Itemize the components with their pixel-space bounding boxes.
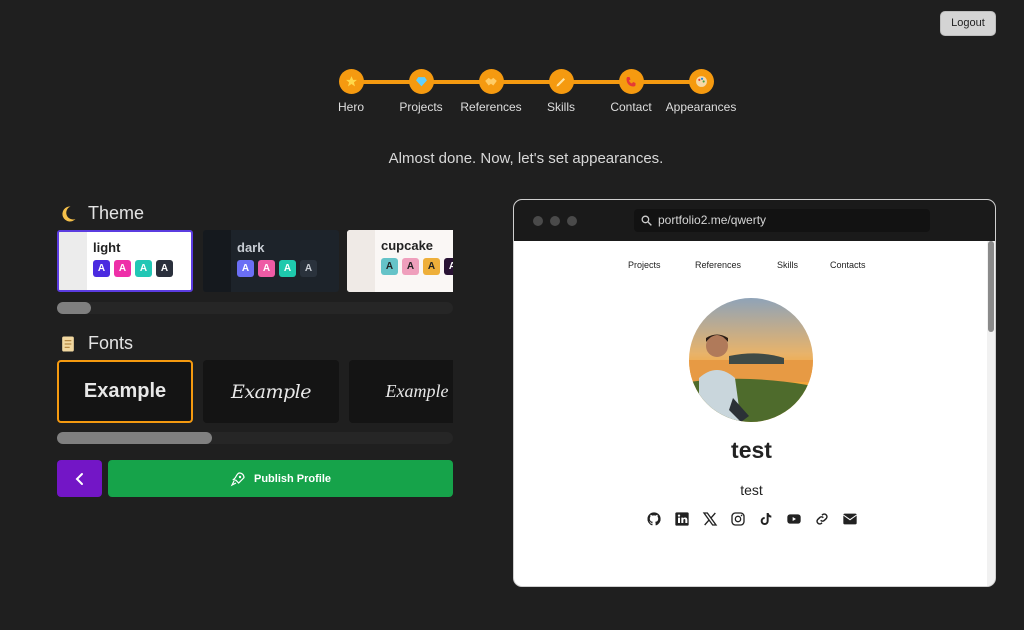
link-icon[interactable] — [814, 511, 830, 527]
preview-nav-references[interactable]: References — [695, 260, 741, 270]
publish-profile-button[interactable]: Publish Profile — [108, 460, 453, 497]
step-appearances[interactable]: Appearances — [656, 69, 746, 114]
github-icon[interactable] — [646, 511, 662, 527]
theme-name: light — [93, 240, 121, 255]
star-icon — [338, 69, 364, 94]
swatch-accent: A — [135, 260, 152, 277]
email-icon[interactable] — [842, 511, 858, 527]
swatch-secondary: A — [402, 258, 419, 275]
youtube-icon[interactable] — [786, 511, 802, 527]
chevron-left-icon — [75, 472, 83, 485]
address-bar: portfolio2.me/qwerty — [634, 209, 930, 232]
logout-button[interactable]: Logout — [940, 11, 996, 36]
avatar — [689, 298, 813, 422]
swatch-secondary: A — [258, 260, 275, 277]
fonts-title: Fonts — [88, 333, 134, 353]
search-icon — [641, 215, 652, 226]
font-sample: Example — [231, 380, 311, 403]
tiktok-icon[interactable] — [758, 511, 774, 527]
rocket-icon — [230, 471, 245, 486]
fonts-scrollbar[interactable] — [57, 432, 453, 444]
theme-card-side — [203, 230, 231, 292]
swatch-secondary: A — [114, 260, 131, 277]
preview-scrollbar-thumb[interactable] — [988, 241, 994, 332]
font-card-sans[interactable]: Example — [57, 360, 193, 423]
progress-stepper: Hero Projects References Skills Contact … — [0, 69, 1024, 119]
theme-card-side — [59, 232, 87, 290]
theme-name: dark — [237, 240, 265, 255]
social-links — [644, 511, 864, 529]
window-dot — [567, 216, 577, 226]
font-card-script[interactable]: Example — [349, 360, 453, 423]
gem-icon — [408, 69, 434, 94]
x-icon[interactable] — [702, 511, 718, 527]
theme-card-light[interactable]: light A A A A — [57, 230, 193, 292]
fonts-heading: Fonts — [58, 333, 133, 354]
palette-icon — [688, 69, 714, 94]
headline: Almost done. Now, let's set appearances. — [388, 150, 664, 167]
swatch-accent: A — [423, 258, 440, 275]
window-dot — [550, 216, 560, 226]
font-selector: Example Example Example — [57, 360, 453, 423]
font-sample: Example — [83, 380, 167, 402]
phone-icon — [618, 69, 644, 94]
window-dot — [533, 216, 543, 226]
preview-name: test — [731, 437, 772, 463]
theme-swatches: A A A A — [381, 258, 453, 275]
swatch-primary: A — [93, 260, 110, 277]
swatch-primary: A — [381, 258, 398, 275]
fonts-scrollbar-thumb[interactable] — [57, 432, 212, 444]
theme-name: cupcake — [381, 238, 434, 253]
font-sample: Example — [385, 381, 449, 401]
swatch-neutral: A — [300, 260, 317, 277]
back-button[interactable] — [57, 460, 102, 497]
preview-nav-skills[interactable]: Skills — [777, 260, 798, 270]
theme-scrollbar[interactable] — [57, 302, 453, 314]
font-card-handwriting[interactable]: Example — [203, 360, 339, 423]
moon-icon — [58, 204, 78, 224]
preview-subtitle: test — [740, 482, 763, 498]
swatch-primary: A — [237, 260, 254, 277]
publish-label: Publish Profile — [253, 472, 331, 485]
handshake-icon — [478, 69, 504, 94]
scroll-icon — [58, 334, 78, 354]
theme-heading: Theme — [58, 203, 144, 224]
preview-nav-projects[interactable]: Projects — [628, 260, 661, 270]
browser-topbar: portfolio2.me/qwerty — [514, 200, 995, 241]
swatch-neutral: A — [156, 260, 173, 277]
preview-url: portfolio2.me/qwerty — [658, 213, 767, 227]
theme-swatches: A A A A — [93, 260, 173, 277]
swatch-accent: A — [279, 260, 296, 277]
theme-card-side — [347, 230, 375, 292]
profile-preview: portfolio2.me/qwerty Projects References… — [513, 199, 996, 587]
theme-selector: light A A A A dark A A A A cupcake A A A… — [57, 230, 453, 292]
linkedin-icon[interactable] — [674, 511, 690, 527]
theme-scrollbar-thumb[interactable] — [57, 302, 91, 314]
preview-nav-contacts[interactable]: Contacts — [830, 260, 866, 270]
theme-card-cupcake[interactable]: cupcake A A A A — [347, 230, 453, 292]
instagram-icon[interactable] — [730, 511, 746, 527]
step-label: Appearances — [665, 100, 737, 114]
swatch-neutral: A — [444, 258, 453, 275]
preview-scrollbar[interactable] — [987, 241, 995, 586]
theme-swatches: A A A A — [237, 260, 317, 277]
theme-card-dark[interactable]: dark A A A A — [203, 230, 339, 292]
pencil-icon — [548, 69, 574, 94]
theme-title: Theme — [88, 203, 145, 223]
